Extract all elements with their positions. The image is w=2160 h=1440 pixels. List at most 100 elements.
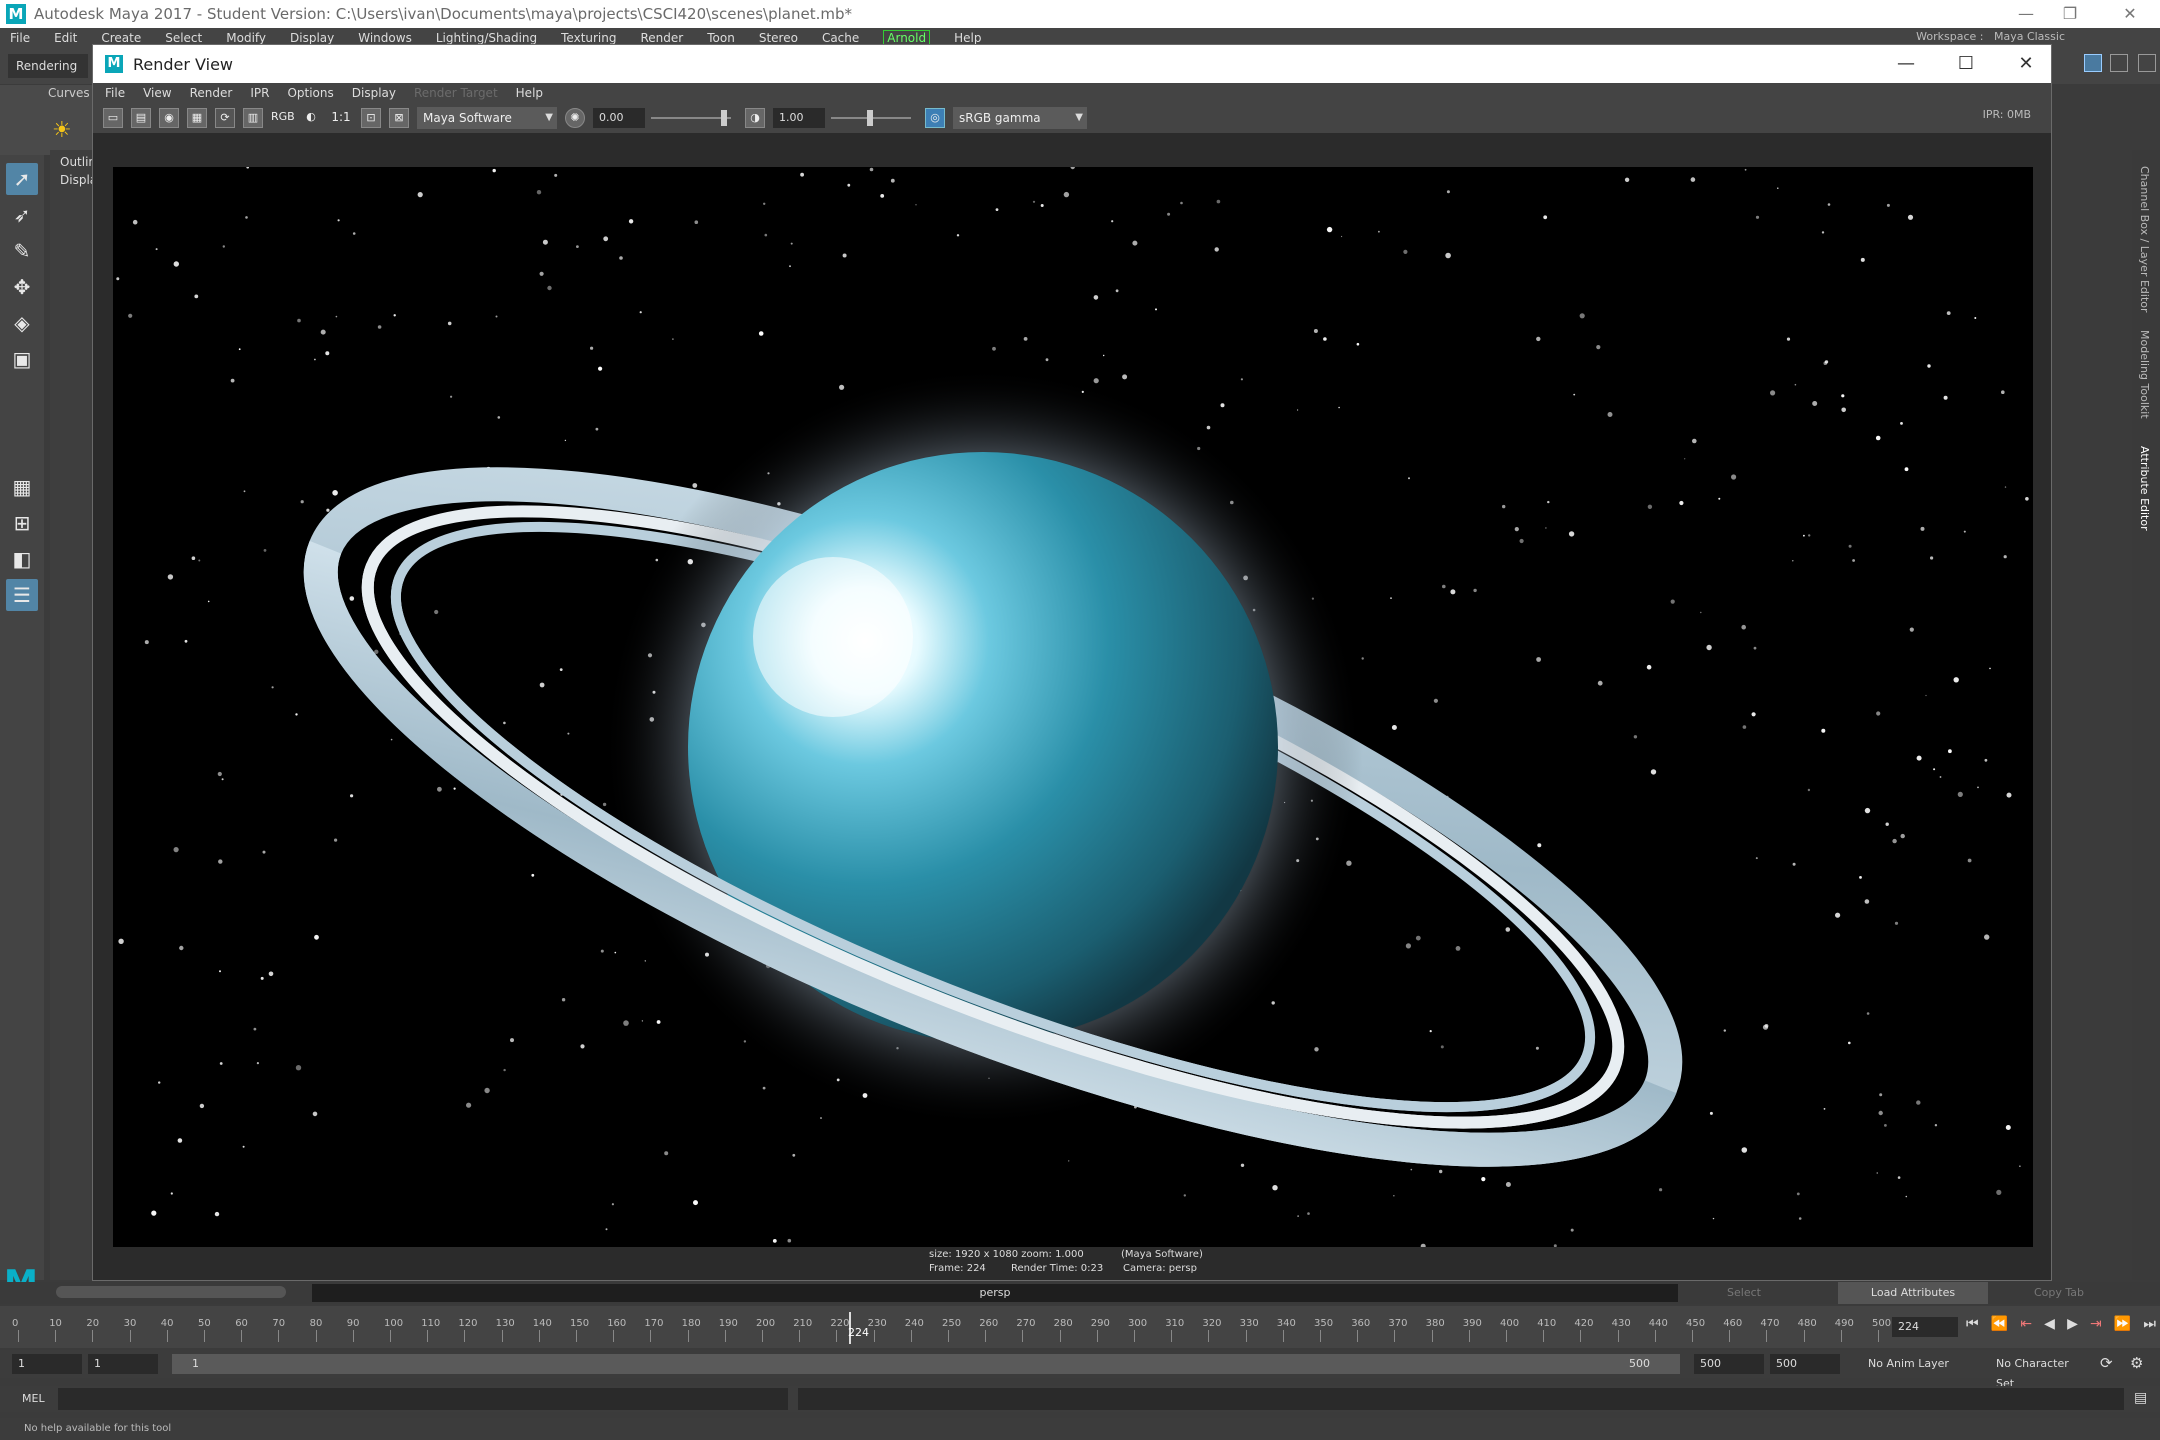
paint-tool-icon[interactable]: ✎	[6, 235, 38, 267]
snapshot-icon[interactable]: ◉	[159, 108, 179, 128]
color-management-icon[interactable]: ◎	[925, 108, 945, 128]
outliner-layout-icon[interactable]: ☰	[6, 579, 38, 611]
rv-menu-help[interactable]: Help	[516, 86, 543, 100]
menu-toon[interactable]: Toon	[707, 31, 735, 45]
playback-end-field[interactable]: 500	[1694, 1354, 1764, 1374]
menu-edit[interactable]: Edit	[54, 31, 77, 45]
rv-menu-render[interactable]: Render	[190, 86, 233, 100]
move-tool-icon[interactable]: ✥	[6, 271, 38, 303]
gamma-field[interactable]: 1.00	[773, 108, 825, 128]
anim-layer-dropdown[interactable]: No Anim Layer	[1862, 1354, 1972, 1374]
step-forward-key-icon[interactable]: ⇥	[2090, 1316, 2102, 1338]
step-forward-icon[interactable]: ⏩	[2114, 1316, 2131, 1338]
single-view-icon[interactable]: ▦	[6, 471, 38, 503]
workspace-selector[interactable]: Workspace : Maya Classic	[1916, 30, 2065, 43]
menu-texturing[interactable]: Texturing	[561, 31, 616, 45]
menu-lighting-shading[interactable]: Lighting/Shading	[436, 31, 537, 45]
lasso-tool-icon[interactable]: ➶	[6, 199, 38, 231]
preferences-icon[interactable]: ⚙	[2130, 1354, 2143, 1372]
scale-tool-icon[interactable]: ▣	[6, 343, 38, 375]
menu-windows[interactable]: Windows	[358, 31, 412, 45]
shelf-tab-curves[interactable]: Curves	[48, 86, 90, 100]
exposure-slider[interactable]	[651, 110, 731, 126]
layout-icon[interactable]	[2084, 54, 2102, 72]
star	[1356, 342, 1360, 346]
go-to-start-icon[interactable]: ⏮	[1966, 1316, 1979, 1338]
frame-region-icon[interactable]: ⊠	[389, 108, 409, 128]
gamma-slider[interactable]	[831, 110, 911, 126]
close-icon[interactable]: ✕	[2104, 0, 2156, 28]
star	[191, 556, 196, 560]
maximize-icon[interactable]: ☐	[1937, 45, 1995, 83]
layout-icon[interactable]	[2110, 54, 2128, 72]
tab-attribute-editor[interactable]: Attribute Editor	[2138, 446, 2151, 531]
menu-render[interactable]: Render	[641, 31, 684, 45]
current-frame-field[interactable]: 224	[1892, 1317, 1958, 1337]
menu-create[interactable]: Create	[101, 31, 141, 45]
restore-icon[interactable]: ❐	[2044, 0, 2096, 28]
select-button[interactable]: Select	[1684, 1282, 1804, 1304]
exposure-field[interactable]: 0.00	[593, 108, 645, 128]
menu-stereo[interactable]: Stereo	[759, 31, 798, 45]
close-icon[interactable]: ✕	[1997, 45, 2055, 83]
animation-start-field[interactable]: 1	[12, 1354, 82, 1374]
rv-menu-display[interactable]: Display	[352, 86, 396, 100]
renderer-dropdown[interactable]: Maya Software ▼	[417, 107, 557, 129]
refresh-icon[interactable]: ⟳	[215, 108, 235, 128]
workspace-value[interactable]: Maya Classic	[1994, 30, 2065, 43]
window-title: Autodesk Maya 2017 - Student Version: C:…	[34, 5, 852, 23]
sun-icon[interactable]: ☀	[52, 118, 72, 143]
star	[214, 1211, 220, 1217]
timeline-tick	[1878, 1330, 1879, 1342]
menu-select[interactable]: Select	[165, 31, 202, 45]
step-back-icon[interactable]: ⏪	[1991, 1316, 2008, 1338]
view-transform-dropdown[interactable]: sRGB gamma ▼	[953, 107, 1087, 129]
ipr-icon[interactable]: ▤	[131, 108, 151, 128]
slider-handle[interactable]	[721, 110, 727, 126]
real-size-button[interactable]: 1:1	[329, 108, 353, 128]
rv-menu-ipr[interactable]: IPR	[250, 86, 269, 100]
playback-start-field[interactable]: 1	[88, 1354, 158, 1374]
two-view-icon[interactable]: ◧	[6, 543, 38, 575]
menu-cache[interactable]: Cache	[822, 31, 859, 45]
alpha-icon[interactable]: ◐	[301, 108, 321, 128]
character-set-dropdown[interactable]: No Character Set	[1990, 1354, 2090, 1390]
step-back-key-icon[interactable]: ⇤	[2020, 1316, 2032, 1338]
auto-key-icon[interactable]: ⟳	[2100, 1354, 2113, 1372]
rv-menu-options[interactable]: Options	[287, 86, 333, 100]
rv-menu-file[interactable]: File	[105, 86, 125, 100]
copy-tab-button[interactable]: Copy Tab	[1994, 1282, 2124, 1304]
timeline-tick	[1506, 1330, 1507, 1342]
play-icon[interactable]: ▶	[2067, 1316, 2078, 1338]
play-backward-icon[interactable]: ◀	[2044, 1316, 2055, 1338]
menu-help[interactable]: Help	[954, 31, 981, 45]
rgb-channel-button[interactable]: RGB	[271, 108, 295, 128]
render-region-icon[interactable]: ▦	[187, 108, 207, 128]
command-input[interactable]	[58, 1388, 788, 1410]
tab-modeling-toolkit[interactable]: Modeling Toolkit	[2138, 330, 2151, 419]
tab-channel-box[interactable]: Channel Box / Layer Editor	[2138, 166, 2151, 313]
script-editor-icon[interactable]: ▤	[2134, 1390, 2147, 1406]
range-slider[interactable]: 1 500	[172, 1354, 1680, 1374]
menu-display[interactable]: Display	[290, 31, 334, 45]
frame-image-icon[interactable]: ⊡	[361, 108, 381, 128]
star	[1930, 556, 1934, 560]
layout-icon[interactable]	[2138, 54, 2156, 72]
minimize-icon[interactable]: —	[1877, 45, 1935, 83]
horizontal-scrollbar[interactable]	[56, 1286, 286, 1298]
select-tool-icon[interactable]: ➚	[6, 163, 38, 195]
menu-modify[interactable]: Modify	[226, 31, 266, 45]
menu-file[interactable]: File	[10, 31, 30, 45]
load-attributes-button[interactable]: Load Attributes	[1838, 1282, 1988, 1304]
render-icon[interactable]: ▭	[103, 108, 123, 128]
animation-end-field[interactable]: 500	[1770, 1354, 1840, 1374]
star	[1032, 200, 1036, 203]
slider-handle[interactable]	[867, 110, 873, 126]
mel-label[interactable]: MEL	[22, 1392, 45, 1405]
keep-image-icon[interactable]: ▥	[243, 108, 263, 128]
menu-set-dropdown[interactable]: Rendering	[8, 54, 88, 78]
rotate-tool-icon[interactable]: ◈	[6, 307, 38, 339]
go-to-end-icon[interactable]: ⏭	[2143, 1316, 2156, 1338]
rv-menu-view[interactable]: View	[143, 86, 171, 100]
four-view-icon[interactable]: ⊞	[6, 507, 38, 539]
